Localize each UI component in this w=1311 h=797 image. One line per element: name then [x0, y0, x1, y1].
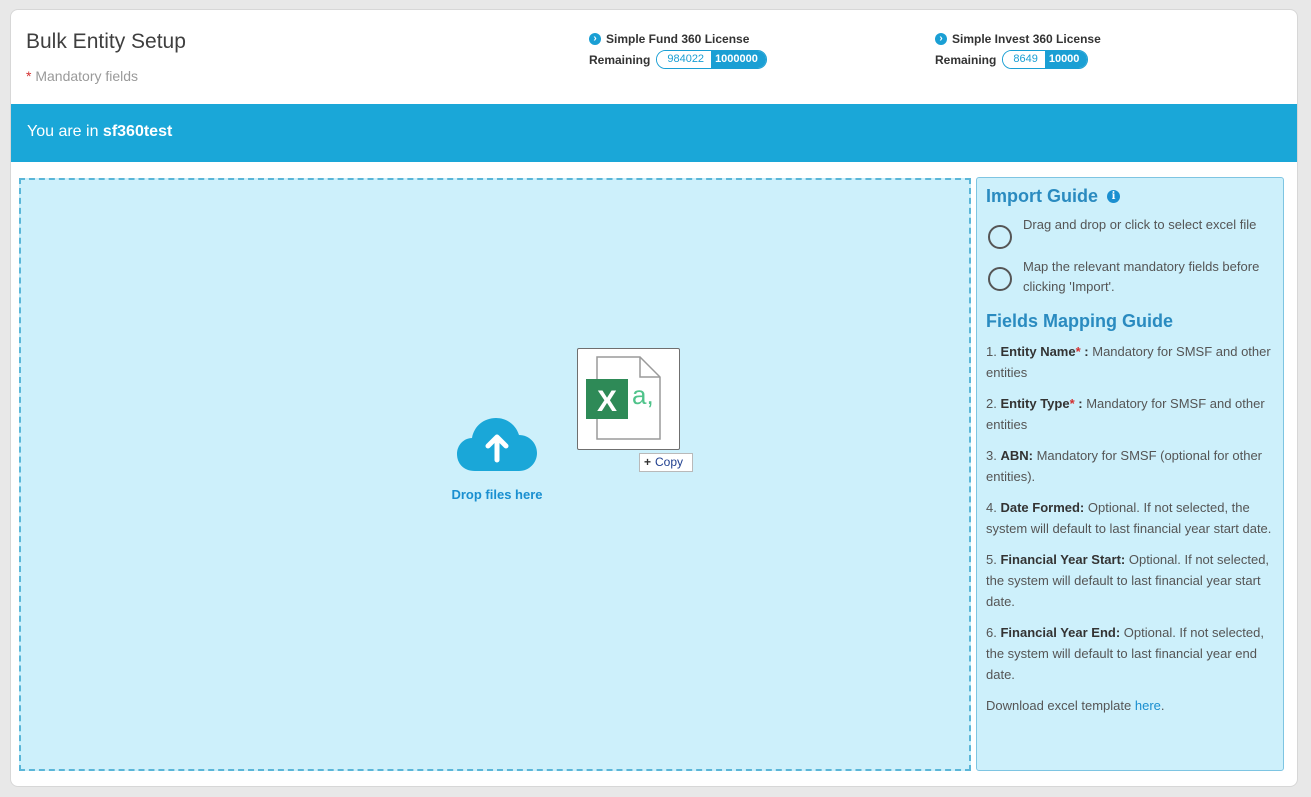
import-guide-title: Import Guide	[986, 186, 1098, 206]
license-simple-fund: › Simple Fund 360 License Remaining 9840…	[589, 31, 767, 69]
guide-panel: Import Guide i Drag and drop or click to…	[976, 177, 1284, 771]
fields-mapping-heading: Fields Mapping Guide	[986, 311, 1274, 332]
field-item: 6. Financial Year End: Optional. If not …	[986, 625, 1264, 682]
copy-label: Copy	[655, 455, 684, 469]
banner-prefix: You are in	[27, 123, 103, 140]
license-used: 984022	[657, 51, 712, 68]
excel-a-text: a,	[632, 380, 654, 410]
license-title: Simple Invest 360 License	[952, 32, 1101, 46]
remaining-label: Remaining	[589, 52, 651, 67]
step-text: Map the relevant mandatory fields before…	[1023, 259, 1260, 294]
license-total: 10000	[1044, 51, 1088, 68]
dragged-excel-file: X a,	[577, 348, 680, 450]
mandatory-note: * Mandatory fields	[26, 68, 138, 84]
remaining-label: Remaining	[935, 52, 997, 67]
workspace-banner: You are in sf360test	[11, 104, 1297, 162]
field-name: Financial Year End:	[1000, 625, 1121, 640]
page-title: Bulk Entity Setup	[26, 30, 186, 53]
field-item: 2. Entity Type* : Mandatory for SMSF and…	[986, 396, 1265, 432]
field-name: Financial Year Start:	[1000, 552, 1126, 567]
fields-mapping-list: 1. Entity Name* : Mandatory for SMSF and…	[986, 341, 1274, 685]
fields-mapping-title: Fields Mapping Guide	[986, 311, 1174, 331]
download-template-line: Download excel template here.	[986, 698, 1165, 713]
field-name: ABN:	[1000, 448, 1033, 463]
field-item: 3. ABN: Mandatory for SMSF (optional for…	[986, 448, 1263, 484]
import-step: Drag and drop or click to select excel f…	[986, 215, 1274, 249]
chevron-right-icon: ›	[935, 33, 947, 45]
license-simple-invest: › Simple Invest 360 License Remaining 86…	[935, 31, 1101, 69]
bulk-entity-setup-card: Bulk Entity Setup * Mandatory fields › S…	[10, 9, 1298, 787]
field-item: 5. Financial Year Start: Optional. If no…	[986, 552, 1270, 609]
field-name: Entity Type* :	[1000, 396, 1083, 411]
step-status-circle-icon	[988, 225, 1012, 249]
file-dropzone[interactable]: Drop files here X a, + Copy	[19, 178, 971, 771]
chevron-right-icon: ›	[589, 33, 601, 45]
license-usage-pill: 984022 1000000	[656, 50, 767, 69]
step-text: Drag and drop or click to select excel f…	[1023, 217, 1257, 232]
license-title: Simple Fund 360 License	[606, 32, 750, 46]
field-name: Date Formed:	[1000, 500, 1085, 515]
excel-file-icon: X a,	[586, 356, 661, 440]
field-name: Entity Name* :	[1000, 344, 1089, 359]
field-item: 1. Entity Name* : Mandatory for SMSF and…	[986, 344, 1271, 380]
license-total: 1000000	[711, 51, 766, 68]
excel-x-letter: X	[597, 385, 617, 418]
drop-files-label: Drop files here	[451, 487, 543, 502]
field-item: 4. Date Formed: Optional. If not selecte…	[986, 500, 1272, 536]
import-step: Map the relevant mandatory fields before…	[986, 257, 1274, 297]
drag-copy-tooltip: + Copy	[639, 453, 693, 472]
mandatory-text: Mandatory fields	[31, 68, 139, 84]
cloud-upload-icon	[457, 418, 537, 471]
info-icon[interactable]: i	[1107, 190, 1120, 203]
license-usage-pill: 8649 10000	[1002, 50, 1089, 69]
plus-icon: +	[644, 455, 652, 469]
workspace-name: sf360test	[102, 123, 173, 140]
download-template-link[interactable]: here	[1135, 698, 1161, 713]
license-used: 8649	[1003, 51, 1045, 68]
step-status-circle-icon	[988, 267, 1012, 291]
import-guide-heading: Import Guide i	[986, 186, 1274, 207]
